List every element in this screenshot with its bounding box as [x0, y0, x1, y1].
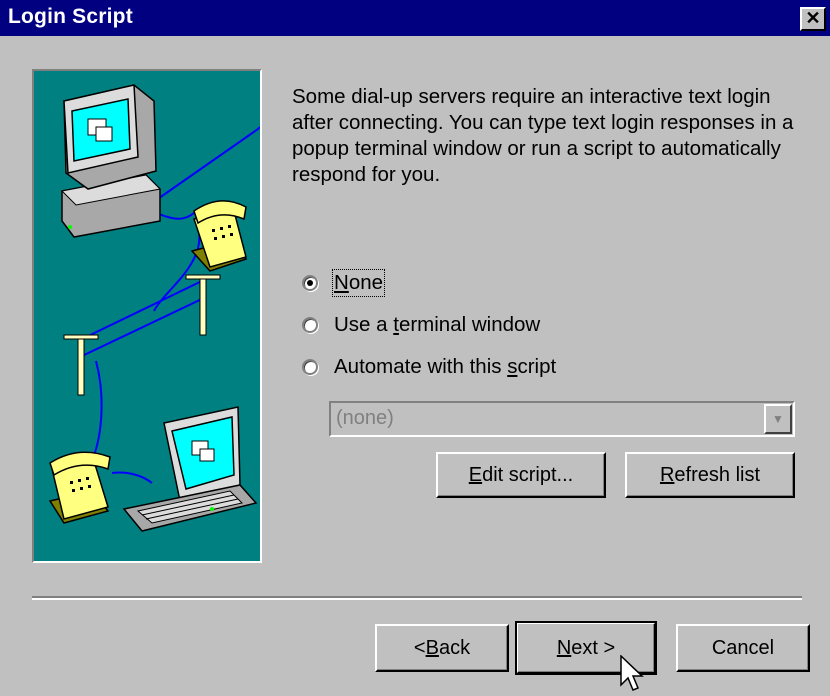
radio-automate-script[interactable]: Automate with this script	[302, 354, 556, 380]
cancel-button[interactable]: Cancel	[676, 624, 810, 672]
chevron-down-icon[interactable]: ▼	[764, 404, 792, 434]
edit-script-button[interactable]: Edit script...	[436, 452, 606, 498]
desktop-computer-icon	[60, 84, 162, 238]
mouse-cursor-icon	[620, 655, 644, 691]
laptop-icon	[122, 406, 258, 532]
script-select-value: (none)	[336, 407, 394, 429]
dialup-illustration	[32, 69, 262, 563]
utility-pole-icon	[63, 274, 221, 396]
radio-terminal-window-button[interactable]	[302, 317, 318, 333]
radio-terminal-window-label[interactable]: Use a terminal window	[334, 313, 540, 337]
dialup-illustration-art	[48, 84, 260, 532]
radio-none-button[interactable]	[302, 275, 318, 291]
radio-automate-script-button[interactable]	[302, 359, 318, 375]
telephone-icon	[190, 200, 248, 272]
separator	[32, 596, 802, 600]
radio-none[interactable]: None	[302, 269, 386, 297]
close-icon: ✕	[805, 8, 821, 28]
window-title: Login Script	[8, 5, 133, 28]
radio-terminal-window[interactable]: Use a terminal window	[302, 312, 540, 338]
login-description: Some dial-up servers require an interact…	[292, 85, 794, 186]
telephone-icon	[48, 451, 111, 524]
close-button[interactable]: ✕	[800, 7, 826, 31]
radio-automate-script-label[interactable]: Automate with this script	[334, 355, 556, 379]
title-bar[interactable]: Login Script ✕	[0, 0, 830, 36]
refresh-list-button[interactable]: Refresh list	[625, 452, 795, 498]
script-select[interactable]: (none) ▼	[329, 401, 795, 437]
back-button[interactable]: < Back	[375, 624, 509, 672]
radio-none-label[interactable]: None	[331, 269, 386, 297]
